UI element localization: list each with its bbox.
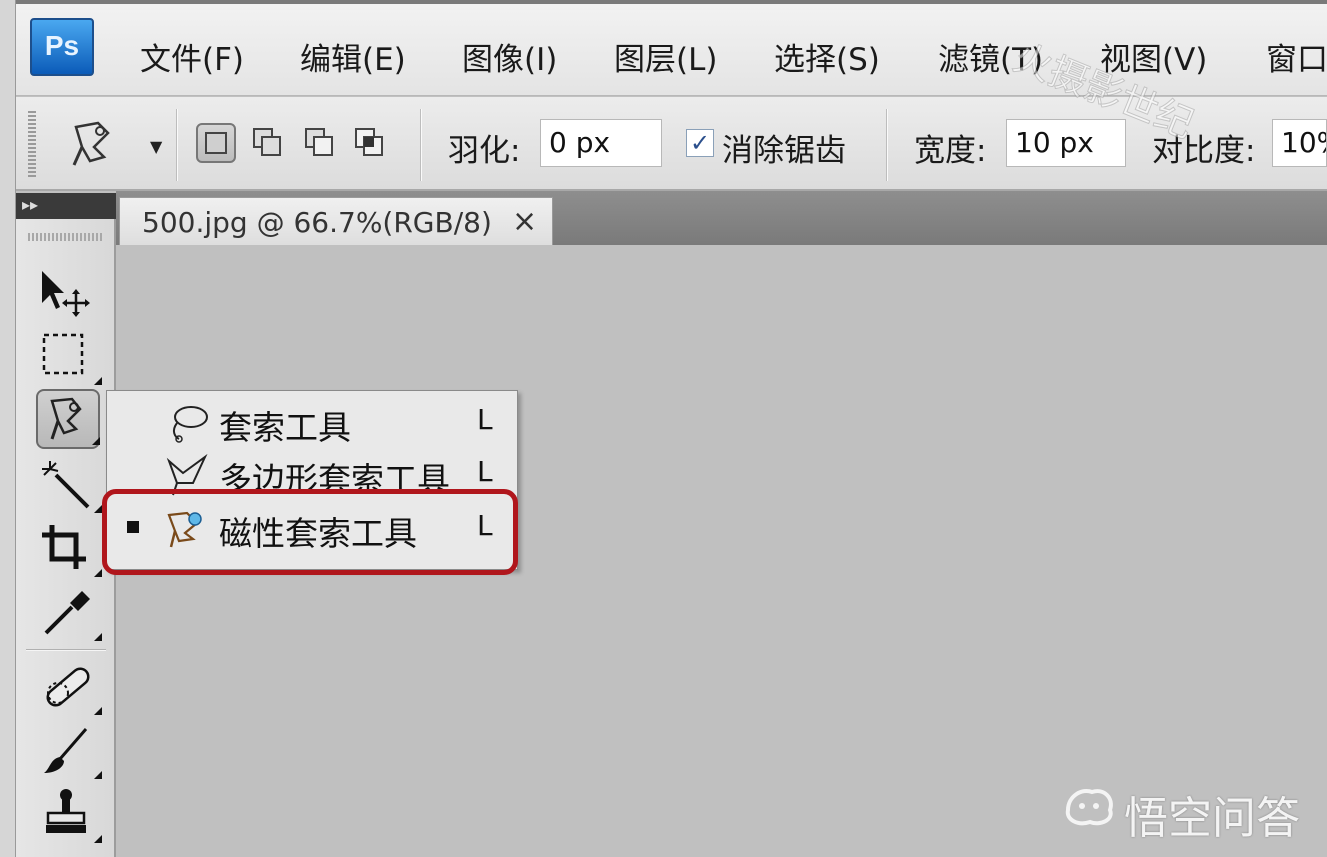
tool-group-indicator bbox=[94, 633, 102, 641]
width-label: 宽度: bbox=[914, 133, 987, 169]
menu-window[interactable]: 窗口 bbox=[1266, 34, 1327, 79]
intersect-selection-button[interactable] bbox=[350, 123, 390, 163]
flyout-item-label: 套索工具 bbox=[219, 408, 351, 447]
tool-group-indicator bbox=[94, 835, 102, 843]
tool-group-indicator bbox=[94, 771, 102, 779]
flyout-item-shortcut: L bbox=[477, 403, 493, 436]
photoshop-logo-icon[interactable]: Ps bbox=[30, 18, 94, 76]
options-separator bbox=[886, 109, 888, 181]
menu-file[interactable]: 文件(F) bbox=[140, 34, 244, 79]
menu-image[interactable]: 图像(I) bbox=[462, 34, 557, 79]
tool-preset-picker[interactable]: ▼ bbox=[54, 115, 184, 171]
wukong-logo-icon bbox=[1065, 789, 1113, 826]
options-separator bbox=[176, 109, 178, 181]
add-selection-icon bbox=[253, 128, 281, 156]
add-to-selection-button[interactable] bbox=[248, 123, 288, 163]
subtract-selection-button[interactable] bbox=[300, 123, 340, 163]
options-bar-grip[interactable] bbox=[28, 111, 36, 179]
flyout-item-lasso[interactable]: 套索工具 L bbox=[107, 395, 517, 447]
tool-group-indicator bbox=[94, 505, 102, 513]
tool-group-indicator bbox=[94, 569, 102, 577]
rectangular-marquee-icon bbox=[42, 333, 84, 375]
toolbox-header[interactable]: ▸▸ bbox=[16, 193, 116, 219]
watermark-bottom: 悟空问答 bbox=[1060, 780, 1300, 844]
new-selection-button[interactable] bbox=[196, 123, 236, 163]
feather-label: 羽化: bbox=[448, 133, 521, 169]
brush-tool-button[interactable] bbox=[36, 721, 102, 781]
crop-tool-button[interactable] bbox=[36, 519, 102, 579]
lasso-icon bbox=[172, 406, 208, 443]
toolbox-separator bbox=[26, 649, 106, 651]
marquee-tool-button[interactable] bbox=[36, 327, 102, 387]
tool-group-indicator bbox=[94, 707, 102, 715]
magic-wand-icon bbox=[42, 461, 90, 509]
magnetic-lasso-icon bbox=[50, 397, 82, 440]
menu-layer[interactable]: 图层(L) bbox=[614, 34, 717, 79]
tool-group-indicator bbox=[94, 377, 102, 385]
crop-icon bbox=[42, 525, 86, 569]
contrast-input[interactable]: 10% bbox=[1272, 119, 1327, 167]
magnetic-lasso-icon bbox=[72, 121, 110, 166]
antialias-label: 消除锯齿 bbox=[722, 133, 846, 169]
magic-wand-tool-button[interactable] bbox=[36, 455, 102, 515]
document-tab-title: 500.jpg @ 66.7%(RGB/8) bbox=[142, 206, 492, 239]
document-tab[interactable]: 500.jpg @ 66.7%(RGB/8) × bbox=[119, 197, 553, 245]
options-separator bbox=[420, 109, 422, 181]
annotation-highlight-box bbox=[102, 489, 518, 575]
menu-edit[interactable]: 编辑(E) bbox=[300, 34, 406, 79]
eyedropper-tool-button[interactable] bbox=[36, 583, 102, 643]
document-tab-bar: 500.jpg @ 66.7%(RGB/8) × bbox=[116, 191, 1327, 245]
brush-icon bbox=[44, 728, 88, 773]
toolbox-grip[interactable] bbox=[28, 233, 104, 241]
toolbox-panel bbox=[16, 219, 116, 857]
window-left-border bbox=[0, 0, 16, 857]
move-icon bbox=[42, 271, 90, 317]
chevron-down-icon[interactable]: ▼ bbox=[150, 137, 162, 156]
lasso-tool-button[interactable] bbox=[36, 389, 100, 449]
flyout-item-shortcut: L bbox=[477, 455, 493, 488]
collapse-toolbox-icon[interactable]: ▸▸ bbox=[22, 195, 38, 214]
menu-select[interactable]: 选择(S) bbox=[774, 34, 880, 79]
new-selection-icon bbox=[205, 132, 227, 154]
healing-brush-tool-button[interactable] bbox=[36, 657, 102, 717]
intersect-selection-icon bbox=[355, 128, 383, 156]
move-tool-button[interactable] bbox=[36, 263, 100, 323]
watermark-text-bottom: 悟空问答 bbox=[1124, 793, 1300, 844]
eyedropper-icon bbox=[44, 591, 90, 635]
antialias-checkbox[interactable]: ✓ bbox=[686, 129, 714, 157]
subtract-selection-icon bbox=[305, 128, 333, 156]
healing-brush-icon bbox=[46, 667, 90, 707]
feather-input[interactable]: 0 px bbox=[540, 119, 662, 167]
clone-stamp-icon bbox=[46, 789, 86, 833]
clone-stamp-tool-button[interactable] bbox=[36, 785, 102, 845]
width-input[interactable]: 10 px bbox=[1006, 119, 1126, 167]
tool-group-indicator bbox=[92, 437, 100, 445]
close-icon[interactable]: × bbox=[512, 204, 537, 239]
